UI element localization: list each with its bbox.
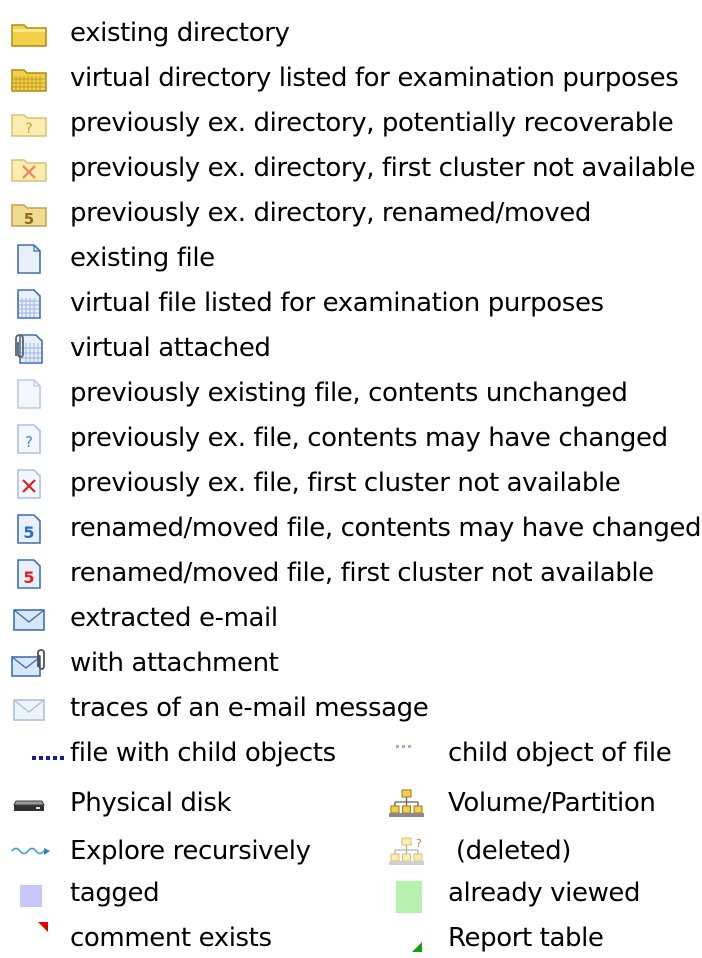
legend-row-prev-file-no-cluster: previously ex. file, first cluster not a… (0, 463, 702, 503)
legend-panel: existing directory virtual directory lis… (0, 0, 702, 954)
legend-row-folder-renamed: 5 previously ex. directory, renamed/move… (0, 193, 702, 233)
svg-text:5: 5 (24, 210, 34, 228)
legend-label: previously ex. directory, potentially re… (70, 108, 674, 138)
legend-row-existing-file: existing file (0, 238, 702, 278)
legend-label: virtual directory listed for examination… (70, 63, 679, 93)
legend-label: with attachment (70, 648, 279, 678)
legend-row-existing-directory: existing directory (0, 13, 702, 53)
legend-row-renamed-file-changed: 5 renamed/moved file, contents may have … (0, 508, 702, 548)
legend-label: virtual file listed for examination purp… (70, 288, 604, 318)
legend-row-prev-file-unchanged: previously existing file, contents uncha… (0, 373, 702, 413)
folder-x-icon (10, 154, 50, 184)
svg-text:?: ? (25, 121, 32, 137)
faded-file-icon (10, 379, 50, 409)
svg-text:5: 5 (23, 523, 34, 542)
legend-label: previously ex. file, contents may have c… (70, 423, 668, 453)
legend-row-email-traces: traces of an e-mail message (0, 688, 702, 728)
svg-text:?: ? (25, 433, 33, 451)
virtual-folder-icon (10, 64, 50, 94)
viewed-swatch-icon (386, 879, 426, 913)
legend-label: Report table (448, 923, 604, 953)
legend-label: Volume/Partition (448, 788, 656, 818)
legend-label: virtual attached (70, 333, 271, 363)
email-icon (10, 604, 50, 634)
virtual-attached-icon (10, 334, 50, 364)
legend-row-prev-file-changed: ? previously ex. file, contents may have… (0, 418, 702, 458)
folder-question-icon: ? (10, 109, 50, 139)
legend-label: file with child objects (70, 738, 336, 768)
legend-row-extracted-email: extracted e-mail (0, 598, 702, 638)
file-x-icon (10, 469, 50, 499)
file-question-icon: ? (10, 424, 50, 454)
legend-pair-row-child-objects: file with child objects child object of … (0, 733, 702, 773)
legend-row-virtual-file: virtual file listed for examination purp… (0, 283, 702, 323)
email-attachment-icon (10, 649, 50, 679)
virtual-file-icon (10, 289, 50, 319)
legend-label: comment exists (70, 923, 272, 953)
legend-label: renamed/moved file, first cluster not av… (70, 558, 654, 588)
legend-label: child object of file (448, 738, 672, 768)
legend-pair-row-explore-deleted: Explore recursively ? (deleted) (0, 831, 702, 871)
file-renamed-red-icon: 5 (10, 559, 50, 589)
legend-row-virtual-attached: virtual attached (0, 328, 702, 368)
legend-label: previously ex. file, first cluster not a… (70, 468, 621, 498)
report-marker-icon (386, 924, 426, 954)
legend-pair-row-tagged-viewed: tagged already viewed (0, 873, 702, 913)
folder-renamed-icon: 5 (10, 199, 50, 229)
comment-marker-icon (10, 920, 50, 950)
svg-text:?: ? (416, 837, 422, 850)
volume-icon (386, 789, 426, 819)
file-icon (10, 244, 50, 274)
legend-row-folder-recoverable: ? previously ex. directory, potentially … (0, 103, 702, 143)
folder-icon (10, 19, 50, 49)
legend-label: traces of an e-mail message (70, 693, 429, 723)
legend-pair-row-comment-report: comment exists Report table (0, 918, 702, 958)
legend-row-folder-no-cluster: previously ex. directory, first cluster … (0, 148, 702, 188)
legend-label: Explore recursively (70, 836, 311, 866)
legend-label: renamed/moved file, contents may have ch… (70, 513, 702, 543)
legend-label: extracted e-mail (70, 603, 278, 633)
legend-label: previously existing file, contents uncha… (70, 378, 628, 408)
legend-pair-row-disk-volume: Physical disk Volume/Partition (0, 783, 702, 823)
legend-label: existing directory (70, 18, 290, 48)
legend-label: Physical disk (70, 788, 232, 818)
svg-text:5: 5 (23, 568, 34, 587)
legend-row-virtual-directory: virtual directory listed for examination… (0, 58, 702, 98)
legend-row-email-attachment: with attachment (0, 643, 702, 683)
legend-label: tagged (70, 878, 160, 908)
tagged-swatch-icon (10, 879, 50, 909)
legend-row-renamed-file-no-cluster: 5 renamed/moved file, first cluster not … (0, 553, 702, 593)
email-traces-icon (10, 694, 50, 724)
legend-label: previously ex. directory, first cluster … (70, 153, 696, 183)
legend-label: existing file (70, 243, 215, 273)
dotted-line-dark-icon (10, 739, 64, 769)
legend-label: (deleted) (448, 836, 572, 866)
wave-arrow-icon (10, 837, 50, 867)
legend-label: already viewed (448, 878, 641, 908)
file-renamed-blue-icon: 5 (10, 514, 50, 544)
legend-label: previously ex. directory, renamed/moved (70, 198, 591, 228)
disk-icon (10, 789, 50, 819)
volume-deleted-icon: ? (386, 837, 426, 867)
dotted-line-light-icon (386, 739, 426, 769)
